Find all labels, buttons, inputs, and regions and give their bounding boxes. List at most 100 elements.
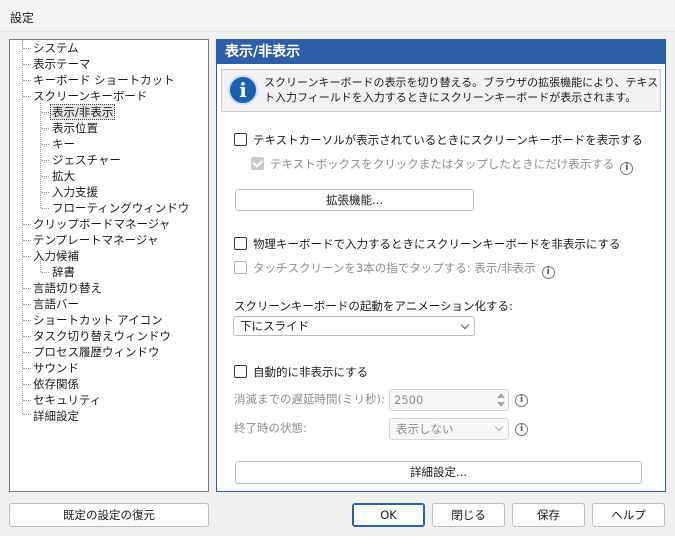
tree-branch [41,128,49,129]
tree-item-label: 依存関係 [33,377,79,391]
tree-item-label: テンプレートマネージャ [33,233,159,247]
tree-branch [23,414,31,415]
animation-select-value: 下にスライド [240,319,309,333]
auto-hide-checkbox[interactable] [234,365,247,378]
spin-buttons[interactable] [496,392,506,408]
extension-button[interactable]: 拡張機能... [235,189,474,211]
option-label: テキストカーソルが表示されているときにスクリーンキーボードを表示する [253,133,643,147]
tree-item-dependencies[interactable]: 依存関係 [31,376,81,392]
three-finger-tap-option[interactable]: タッチスクリーンを3本の指でタップする: 表示/非表示 i [234,259,555,279]
tree-item-system[interactable]: システム [31,40,81,56]
tree-branch [23,368,31,369]
tree-item-label: サウンド [33,361,79,375]
tree-branch [23,224,31,225]
spin-down-icon [497,402,505,407]
cursor-show-option[interactable]: テキストカーソルが表示されているときにスクリーンキーボードを表示する [234,131,643,149]
tree-item-language-switch[interactable]: 言語切り替え [31,280,104,296]
tree-item-label: セキュリティ [33,393,102,407]
tree-item-label: 表示/非表示 [50,104,116,120]
tree-item-label: 詳細設定 [33,409,79,423]
chevron-down-icon [494,422,504,432]
chevron-down-icon [460,320,470,330]
auto-hide-option[interactable]: 自動的に非表示にする [234,363,368,381]
tree-branch [23,384,31,385]
tree-branch [41,112,49,113]
info-circle-icon[interactable]: i [541,266,555,279]
tree-branch [41,144,49,145]
advanced-settings-button[interactable]: 詳細設定... [235,461,642,484]
physical-keyboard-checkbox[interactable] [234,237,247,250]
tree-item-clipboard-manager[interactable]: クリップボードマネージャ [31,216,172,232]
end-state-select[interactable]: 表示しない [389,418,509,440]
tree-item-template-manager[interactable]: テンプレートマネージャ [31,232,160,248]
tree-branch [23,320,31,321]
tree-item-label: 言語バー [33,297,79,311]
tree-item-floating-window[interactable]: フローティングウィンドウ [50,200,191,216]
tree-branch [23,304,31,305]
tree-item-advanced[interactable]: 詳細設定 [31,408,81,424]
physical-keyboard-option[interactable]: 物理キーボードで入力するときにスクリーンキーボードを非表示にする [234,235,621,253]
delay-value: 2500 [394,393,424,407]
option-label: タッチスクリーンを3本の指でタップする: 表示/非表示 [253,261,536,275]
end-state-value: 表示しない [396,422,454,436]
tree-item-candidates[interactable]: 入力候補 [31,248,81,264]
info-text: スクリーンキーボードの表示を切り替える。ブラウザの拡張機能により、テキスト入力フ… [264,76,659,104]
option-label: 物理キーボードで入力するときにスクリーンキーボードを非表示にする [253,237,621,251]
animation-select[interactable]: 下にスライド [233,316,475,336]
delay-input[interactable]: 2500 [389,389,509,411]
info-icon: i [228,75,258,105]
restore-defaults-button[interactable]: 既定の設定の復元 [9,503,209,527]
info-circle-icon[interactable]: i [515,423,528,436]
ok-button[interactable]: OK [352,503,425,527]
tree-item-task-switch-window[interactable]: タスク切り替えウィンドウ [31,328,173,344]
tree-item-keys[interactable]: キー [50,136,77,152]
tree-branch [41,192,49,193]
info-box: i スクリーンキーボードの表示を切り替える。ブラウザの拡張機能により、テキスト入… [221,69,661,112]
settings-tree[interactable]: システム 表示テーマ キーボード ショートカット スクリーンキーボード 表示/非… [9,39,209,523]
option-label: テキストボックスをクリックまたはタップしたときにだけ表示する [270,157,615,171]
tree-item-label: ジェスチャー [52,153,121,167]
tree-item-position[interactable]: 表示位置 [50,120,100,136]
title-bar: 設定 [0,0,675,32]
tree-item-label: キーボード ショートカット [33,73,175,87]
close-button[interactable]: 閉じる [432,503,505,527]
tree-branch [41,176,49,177]
tree-item-security[interactable]: セキュリティ [31,392,103,408]
info-circle-icon[interactable]: i [620,162,634,175]
tree-item-label: 言語切り替え [33,281,102,295]
tree-item-label: ショートカット アイコン [33,313,163,327]
tree-branch [23,288,31,289]
save-button[interactable]: 保存 [512,503,585,527]
info-circle-icon[interactable]: i [515,394,528,407]
tree-item-zoom[interactable]: 拡大 [50,168,77,184]
tree-item-label: 表示テーマ [33,57,91,71]
tree-item-label: プロセス履歴ウィンドウ [33,345,160,359]
tree-item-label: 拡大 [52,169,75,183]
tree-branch [23,400,31,401]
tree-item-gesture[interactable]: ジェスチャー [50,152,123,168]
tree-branch [23,48,31,49]
tree-branch [41,160,49,161]
tree-item-shortcut-icon[interactable]: ショートカット アイコン [31,312,165,328]
three-finger-tap-checkbox[interactable] [234,261,247,274]
tree-item-keyboard-shortcut[interactable]: キーボード ショートカット [31,72,177,88]
textbox-only-checkbox[interactable] [251,157,264,170]
tree-item-language-bar[interactable]: 言語バー [31,296,81,312]
tree-item-label: フローティングウィンドウ [52,201,190,215]
tree-branch [23,336,31,337]
tree-item-dictionary[interactable]: 辞書 [50,264,77,280]
tree-item-show-hide[interactable]: 表示/非表示 [50,104,116,120]
end-state-label: 終了時の状態: [234,421,307,435]
tree-branch [23,240,31,241]
tree-item-label: クリップボードマネージャ [33,217,171,231]
help-button[interactable]: ヘルプ [592,503,665,527]
textbox-only-option[interactable]: テキストボックスをクリックまたはタップしたときにだけ表示する i [251,155,634,175]
tree-branch [23,96,31,97]
tree-item-input-assist[interactable]: 入力支援 [50,184,100,200]
tree-item-screen-keyboard[interactable]: スクリーンキーボード [31,88,149,104]
tree-item-process-history-window[interactable]: プロセス履歴ウィンドウ [31,344,162,360]
tree-item-sound[interactable]: サウンド [31,360,81,376]
tree-branch [23,80,31,81]
tree-item-theme[interactable]: 表示テーマ [31,56,93,72]
cursor-show-checkbox[interactable] [234,133,247,146]
